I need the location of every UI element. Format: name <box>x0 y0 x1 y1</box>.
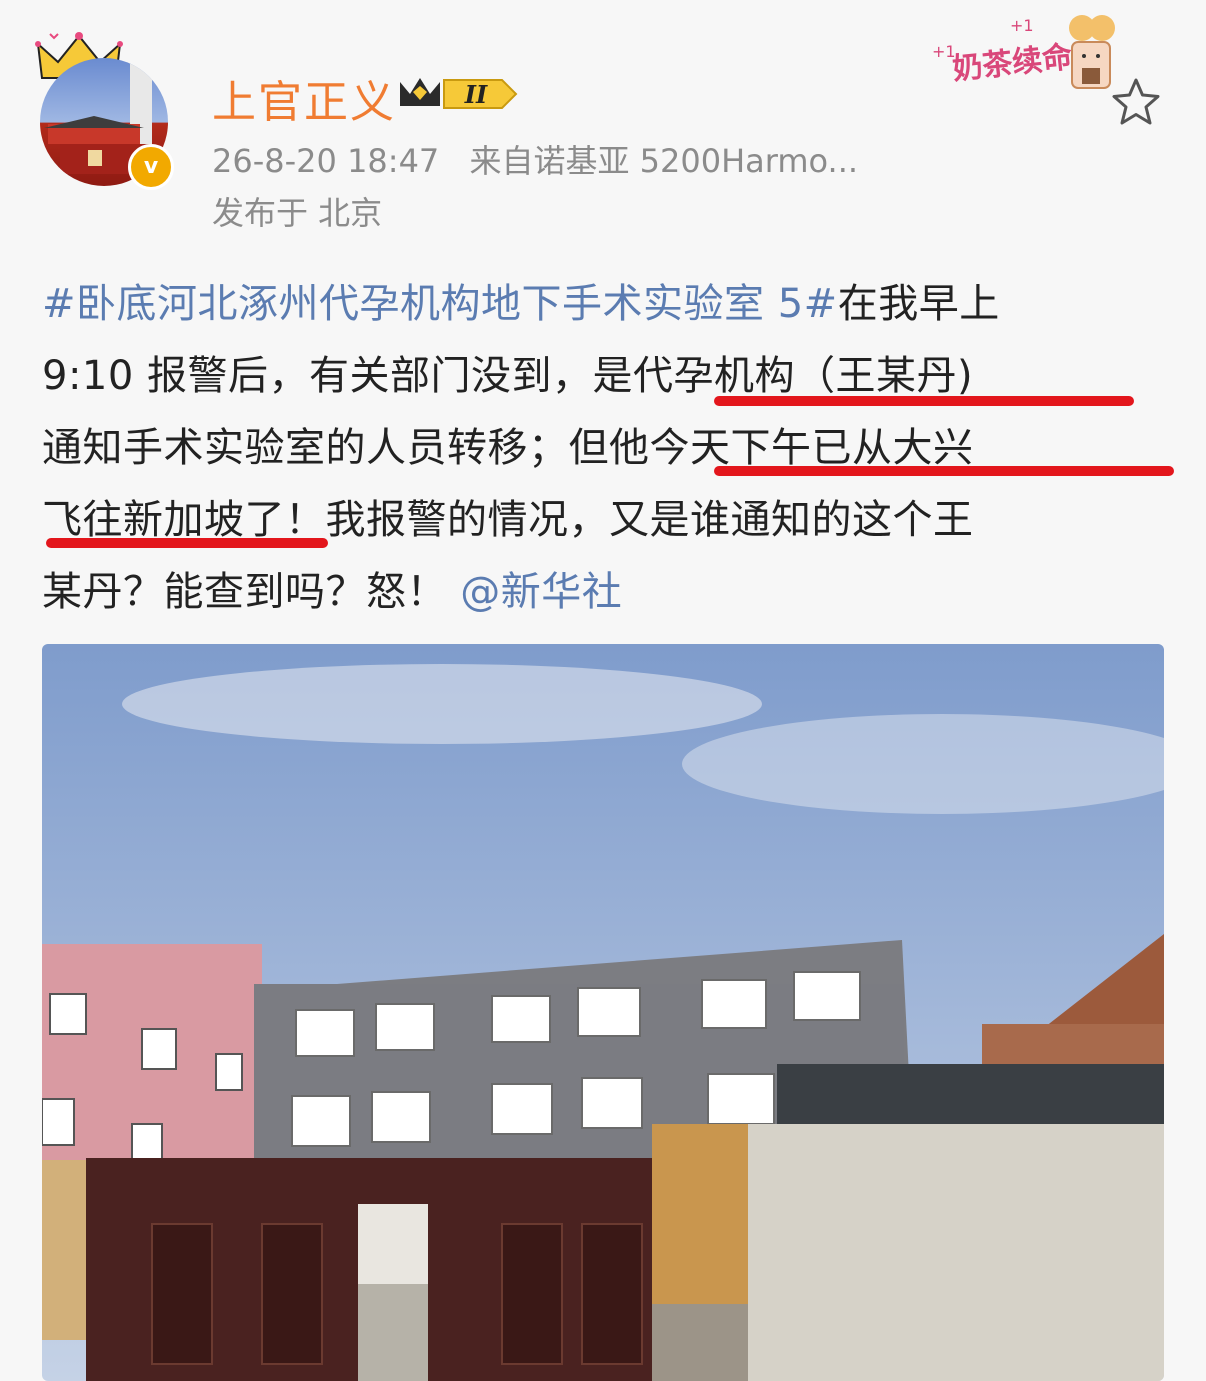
post-line-2: 9:10 报警后，有关部门没到，是代孕机构（王某丹) <box>42 340 1172 412</box>
red-underline <box>714 466 1174 476</box>
post-photo[interactable] <box>42 644 1164 1381</box>
mention-link[interactable]: @新华社 <box>460 569 622 615</box>
hashtag-link[interactable]: #卧底河北涿州代孕机构地下手术实验室 5# <box>42 281 838 327</box>
building-photo <box>42 644 1164 1381</box>
post-line-5: 某丹？能查到吗？怒！ @新华社 <box>42 569 623 615</box>
svg-text:II: II <box>464 80 488 109</box>
username[interactable]: 上官正义 <box>212 66 396 130</box>
red-underline <box>46 538 328 548</box>
favorite-star-icon[interactable] <box>1110 76 1162 128</box>
verified-icon: v <box>128 144 174 190</box>
post-source: 来自诺基亚 5200Harmo... <box>469 142 859 180</box>
post-body: #卧底河北涿州代孕机构地下手术实验室 5#在我早上 9:10 报警后，有关部门没… <box>42 268 1174 628</box>
milk-tea-sticker: +1 +1 奶茶续命 <box>930 12 1120 98</box>
post-datetime: 26-8-20 18:47 <box>212 142 440 180</box>
post-header: v 上官正义 II 26-8-20 18:47 来自诺基亚 5200Harmo.… <box>0 0 1206 250</box>
post-meta: 26-8-20 18:47 来自诺基亚 5200Harmo... <box>212 136 878 182</box>
post-line-3: 通知手术实验室的人员转移；但他今天下午已从大兴 <box>42 412 1174 484</box>
level-crown-icon[interactable]: II <box>398 72 518 116</box>
post-location: 发布于 北京 <box>212 194 383 232</box>
post-line-1: #卧底河北涿州代孕机构地下手术实验室 5#在我早上 <box>42 281 1000 327</box>
red-underline <box>714 396 1134 406</box>
post-line-4: 飞往新加坡了！我报警的情况，又是谁通知的这个王 <box>42 484 1172 556</box>
